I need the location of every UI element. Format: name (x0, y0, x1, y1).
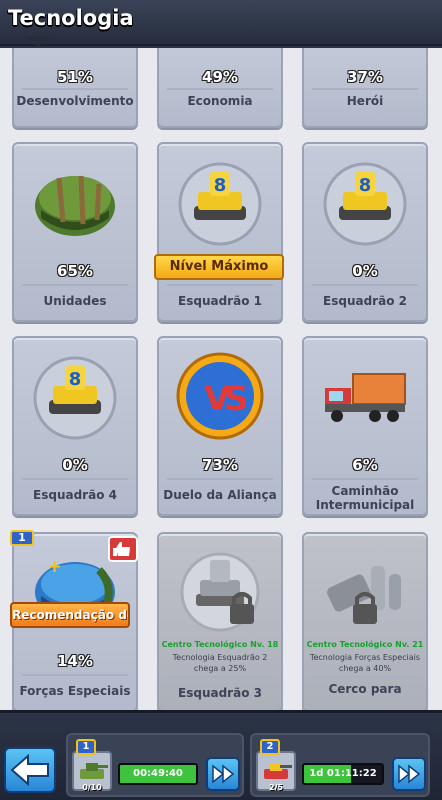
svg-text:+: + (47, 556, 62, 577)
truck-icon (325, 373, 406, 422)
tech-card-esquadrao-2[interactable]: 8 0% Esquadrão 2 (302, 142, 428, 322)
unlock-condition: Tecnologia Esquadrão 2 chega a 25% (172, 653, 268, 673)
tech-card-caminhao[interactable]: 6% Caminhão Intermunicipal (302, 336, 428, 516)
tank-icon: 8 (178, 162, 262, 246)
fast-forward-icon (398, 764, 421, 784)
locked-tank-icon (180, 552, 260, 632)
speedup-button-1[interactable] (206, 757, 240, 791)
tech-name: Esquadrão 3 (178, 686, 262, 700)
queue-count: 0/10 (82, 783, 102, 792)
level-badge: 1 (10, 530, 34, 546)
tech-card-cerco[interactable]: Centro Tecnológico Nv. 21 Tecnologia For… (302, 532, 428, 710)
tank-icon: 8 (323, 162, 407, 246)
tech-card-economia[interactable]: 49% Economia (157, 48, 283, 128)
tech-progress: 49% (202, 68, 238, 86)
divider (312, 284, 418, 286)
arrow-left-icon (10, 753, 49, 787)
recommend-thumb-icon (108, 536, 138, 562)
tech-progress: 6% (352, 456, 378, 474)
queue-level-badge: 2 (260, 739, 280, 755)
tech-name: Caminhão Intermunicipal (315, 484, 415, 512)
helmet-icon (35, 175, 115, 236)
page-title: Tecnologia (8, 6, 134, 30)
research-queue-bar: 1 0/10 00:49:40 2 2/5 1d 01:11:22 (0, 710, 442, 800)
tech-name: Esquadrão 4 (33, 488, 117, 502)
divider (312, 88, 418, 90)
svg-text:8: 8 (359, 175, 372, 196)
tech-progress: 14% (57, 652, 93, 670)
header-notch (24, 36, 52, 46)
tank-icon: 8 (33, 356, 117, 440)
back-button[interactable] (4, 747, 56, 793)
tech-name: Unidades (43, 294, 107, 308)
timer-text: 1d 01:11:22 (309, 768, 377, 779)
divider (22, 674, 128, 676)
queue-timer: 00:49:40 (118, 763, 198, 785)
unlock-condition: Tecnologia Forças Especiais chega a 40% (309, 653, 421, 673)
divider (167, 478, 273, 480)
queue-level-badge: 1 (76, 739, 96, 755)
tech-name: Forças Especiais (19, 684, 131, 698)
tech-card-unidades[interactable]: 65% Unidades (12, 142, 138, 322)
divider (312, 478, 418, 480)
tech-progress: 0% (352, 262, 378, 280)
tech-card-esquadrao-1[interactable]: 8 Esquadrão 1 (157, 142, 283, 322)
svg-text:8: 8 (69, 369, 82, 390)
divider (167, 284, 273, 286)
divider (22, 88, 128, 90)
divider (22, 284, 128, 286)
locked-siege-icon (327, 566, 401, 624)
svg-text:8: 8 (214, 175, 227, 196)
tech-progress: 73% (202, 456, 238, 474)
queue-timer: 1d 01:11:22 (302, 763, 384, 785)
tech-card-esquadrao-3[interactable]: Centro Tecnológico Nv. 18 Tecnologia Esq… (157, 532, 283, 710)
divider (312, 676, 418, 678)
tech-progress: 51% (57, 68, 93, 86)
tech-name: Cerco para (328, 682, 402, 696)
speedup-button-2[interactable] (392, 757, 426, 791)
tech-name: Desenvolvimento (16, 94, 134, 108)
tech-card-duelo-alianca[interactable]: V S 73% Duelo da Aliança (157, 336, 283, 516)
divider (167, 88, 273, 90)
divider (22, 478, 128, 480)
vs-icon: V S (176, 352, 264, 440)
unlock-requirement: Centro Tecnológico Nv. 21 (306, 640, 424, 649)
tech-name: Esquadrão 1 (178, 294, 262, 308)
recommendation-banner: Recomendação de (10, 602, 130, 628)
tech-name: Herói (346, 94, 384, 108)
max-level-badge: Nível Máximo (154, 254, 284, 280)
divider (167, 676, 273, 678)
tech-progress: 37% (347, 68, 383, 86)
unlock-requirement: Centro Tecnológico Nv. 18 (161, 640, 279, 649)
header-bar: Tecnologia (0, 0, 442, 46)
tech-name: Duelo da Aliança (163, 488, 277, 502)
tech-card-esquadrao-4[interactable]: 8 0% Esquadrão 4 (12, 336, 138, 516)
tech-progress: 0% (62, 456, 88, 474)
svg-text:S: S (224, 379, 249, 419)
tech-progress: 65% (57, 262, 93, 280)
tech-name: Economia (187, 94, 253, 108)
queue-count: 2/5 (268, 783, 284, 792)
fast-forward-icon (212, 764, 235, 784)
tech-name: Esquadrão 2 (323, 294, 407, 308)
timer-text: 00:49:40 (133, 768, 183, 779)
tech-card-desenvolvimento[interactable]: 51% Desenvolvimento (12, 48, 138, 128)
tech-card-heroi[interactable]: 37% Herói (302, 48, 428, 128)
